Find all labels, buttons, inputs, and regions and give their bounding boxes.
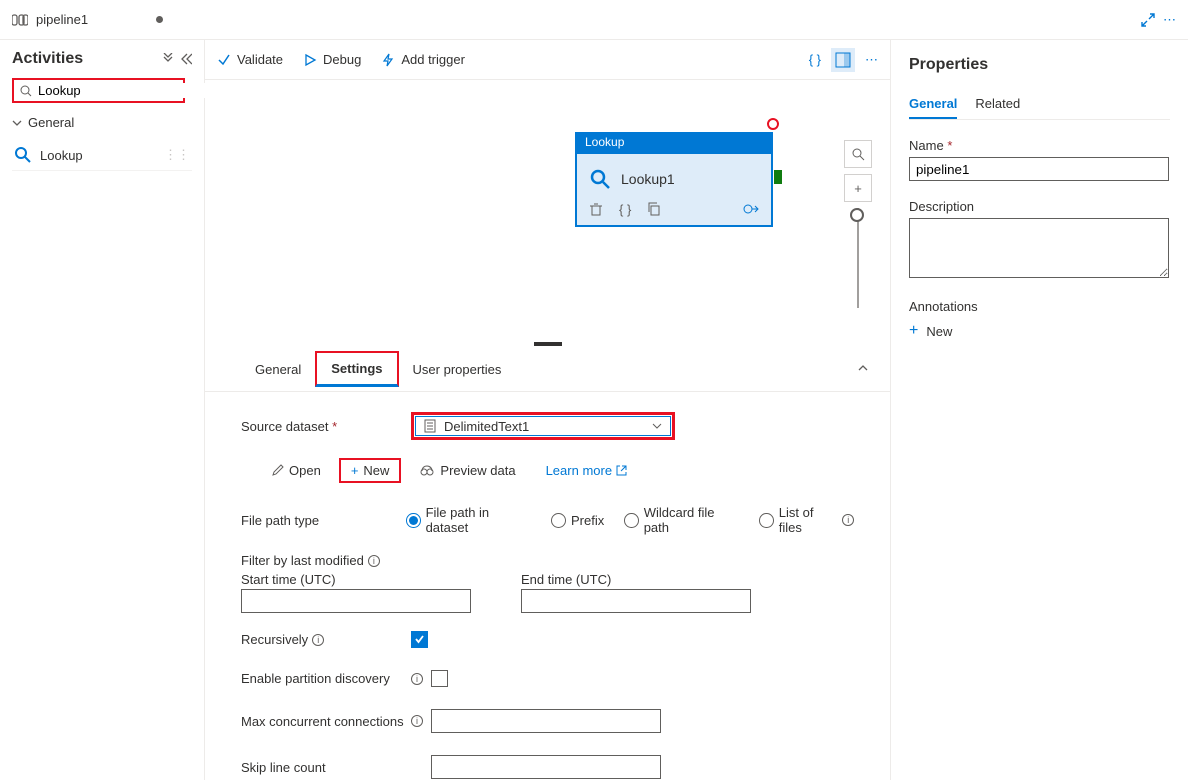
description-input[interactable] <box>909 218 1169 278</box>
external-link-icon <box>616 465 627 476</box>
settings-panel: Source dataset * DelimitedText1 Open <box>205 392 890 780</box>
annotations-label: Annotations <box>909 299 1170 314</box>
canvas-tools: + <box>844 140 872 308</box>
max-concurrent-label: Max concurrent connections <box>241 714 404 729</box>
search-icon <box>20 85 32 97</box>
radio-list-of-files[interactable]: List of filesi <box>759 505 854 535</box>
learn-more-link[interactable]: Learn more <box>546 463 627 478</box>
output-icon[interactable] <box>743 202 759 217</box>
collapse-all-icon[interactable] <box>162 53 174 65</box>
activity-card-lookup1[interactable]: Lookup Lookup1 { } <box>575 132 773 227</box>
recursively-label: Recursively <box>241 632 308 647</box>
properties-title: Properties <box>909 56 1170 74</box>
enable-partition-label: Enable partition discovery <box>241 671 390 686</box>
end-time-input[interactable] <box>521 589 751 613</box>
more-icon[interactable]: ⋯ <box>865 52 878 68</box>
file-path-type-label: File path type <box>241 513 406 528</box>
activity-lookup[interactable]: Lookup ⋮⋮ <box>12 140 192 171</box>
check-icon <box>217 53 231 67</box>
activity-label: Lookup <box>40 148 83 163</box>
copy-icon[interactable] <box>647 202 661 217</box>
collapse-sidebar-icon[interactable] <box>180 53 192 65</box>
info-icon[interactable]: i <box>411 715 423 727</box>
dataset-value: DelimitedText1 <box>444 419 529 434</box>
description-label: Description <box>909 199 1170 214</box>
activity-name: Lookup1 <box>621 171 675 187</box>
search-button[interactable] <box>844 140 872 168</box>
pencil-icon <box>271 464 284 477</box>
end-time-label: End time (UTC) <box>521 572 751 587</box>
lookup-icon <box>14 146 32 164</box>
expand-icon[interactable] <box>1141 13 1155 27</box>
info-icon[interactable]: i <box>842 514 854 526</box>
info-icon[interactable]: i <box>312 634 324 646</box>
activities-sidebar: Activities General Lookup ⋮⋮ <box>0 40 205 780</box>
more-icon[interactable]: ⋯ <box>1163 12 1176 28</box>
open-button[interactable]: Open <box>261 460 331 481</box>
tab-title: pipeline1 <box>36 12 88 27</box>
drag-handle-icon[interactable]: ⋮⋮ <box>164 147 190 163</box>
new-button[interactable]: + New <box>339 458 402 483</box>
chevron-down-icon <box>12 118 22 128</box>
unsaved-indicator <box>156 16 163 23</box>
bottom-tabs: General Settings User properties <box>205 351 890 392</box>
skip-line-input[interactable] <box>431 755 661 779</box>
source-dataset-label: Source dataset * <box>241 419 411 434</box>
radio-file-path-in-dataset[interactable]: File path in dataset <box>406 505 531 535</box>
tab-settings[interactable]: Settings <box>315 351 398 387</box>
code-icon[interactable]: { } <box>619 202 631 217</box>
radio-wildcard[interactable]: Wildcard file path <box>624 505 739 535</box>
start-time-label: Start time (UTC) <box>241 572 471 587</box>
play-icon <box>303 53 317 67</box>
plus-icon: + <box>351 463 359 478</box>
code-icon[interactable]: { } <box>809 52 821 67</box>
chevron-down-icon <box>652 421 662 431</box>
general-label: General <box>28 115 74 130</box>
activity-type-label: Lookup <box>575 132 773 152</box>
preview-data-button[interactable]: Preview data <box>409 460 525 481</box>
name-label: Name * <box>909 138 1170 153</box>
prop-tab-related[interactable]: Related <box>975 90 1020 119</box>
pipeline-tab[interactable]: pipeline1 <box>12 12 163 27</box>
general-category[interactable]: General <box>12 115 192 130</box>
status-indicator <box>767 118 779 130</box>
filter-label: Filter by last modified <box>241 553 364 568</box>
search-box[interactable] <box>12 78 185 103</box>
success-connector[interactable] <box>774 170 782 184</box>
tab-user-properties[interactable]: User properties <box>399 354 516 385</box>
trigger-icon <box>381 53 395 67</box>
info-icon[interactable]: i <box>411 673 423 685</box>
properties-toggle-icon[interactable] <box>831 48 855 72</box>
skip-line-label: Skip line count <box>241 760 326 775</box>
preview-icon <box>419 465 435 477</box>
pipeline-canvas[interactable]: Lookup Lookup1 { } <box>205 80 890 345</box>
zoom-in-button[interactable]: + <box>844 174 872 202</box>
collapse-panel-icon[interactable] <box>856 361 870 375</box>
prop-tab-general[interactable]: General <box>909 90 957 119</box>
recursively-checkbox[interactable] <box>411 631 428 648</box>
plus-icon: + <box>909 322 918 340</box>
canvas-toolbar: Validate Debug Add trigger { } ⋯ <box>205 40 890 80</box>
add-annotation-button[interactable]: + New <box>909 322 1170 340</box>
info-icon[interactable]: i <box>368 555 380 567</box>
pipeline-icon <box>12 13 28 27</box>
topbar: pipeline1 ⋯ <box>0 0 1188 40</box>
lookup-icon <box>589 168 611 190</box>
debug-button[interactable]: Debug <box>303 52 361 67</box>
add-trigger-button[interactable]: Add trigger <box>381 52 465 67</box>
validate-button[interactable]: Validate <box>217 52 283 67</box>
start-time-input[interactable] <box>241 589 471 613</box>
properties-panel: Properties General Related Name * Descri… <box>890 40 1188 780</box>
max-concurrent-input[interactable] <box>431 709 661 733</box>
source-dataset-dropdown[interactable]: DelimitedText1 <box>411 412 675 440</box>
dataset-icon <box>424 419 436 433</box>
enable-partition-checkbox[interactable] <box>431 670 448 687</box>
zoom-slider[interactable] <box>857 208 859 308</box>
name-input[interactable] <box>909 157 1169 181</box>
tab-general[interactable]: General <box>241 354 315 385</box>
delete-icon[interactable] <box>589 202 603 217</box>
sidebar-title: Activities <box>12 50 83 68</box>
radio-prefix[interactable]: Prefix <box>551 513 604 528</box>
search-input[interactable] <box>38 83 214 98</box>
